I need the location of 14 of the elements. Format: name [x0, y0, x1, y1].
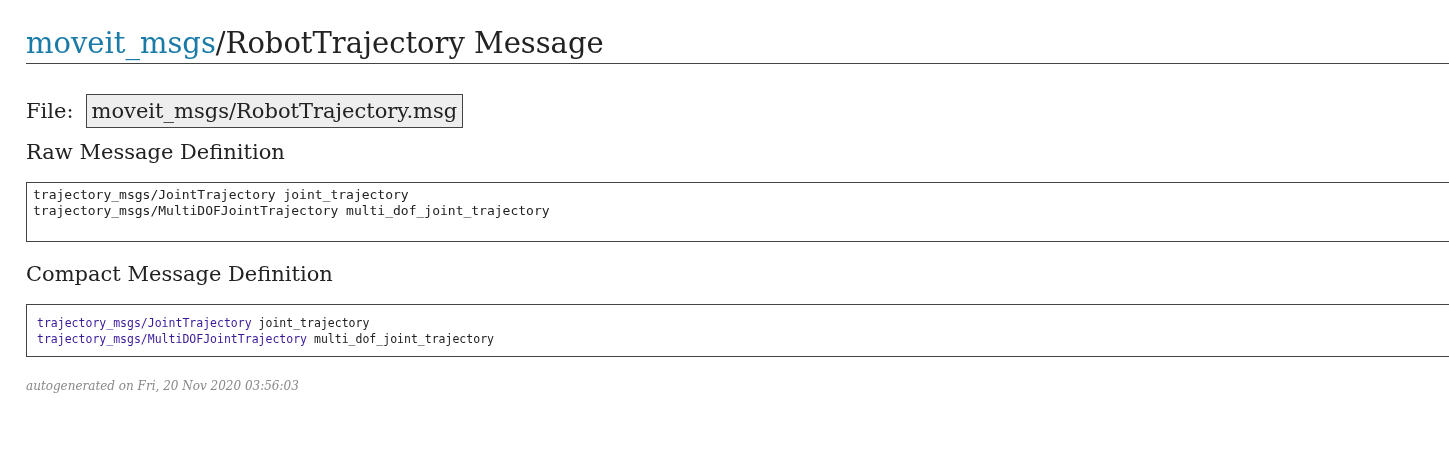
message-title: RobotTrajectory Message	[225, 26, 604, 60]
package-link[interactable]: moveit_msgs	[26, 26, 216, 60]
title-separator: /	[215, 26, 226, 60]
definition-line: trajectory_msgs/JointTrajectory joint_trajectory	[33, 186, 410, 203]
section-heading: Compact Message Definition	[26, 261, 334, 286]
definition-line: trajectory_msgs/MultiDOFJointTrajectory multi_dof_joint_trajectory	[33, 202, 551, 219]
footer-timestamp: autogenerated on Fri, 20 Nov 2020 03:56:03	[26, 378, 300, 393]
section-heading: Raw Message Definition	[26, 139, 286, 164]
file-label: File:	[26, 98, 74, 123]
field-name: joint_trajectory	[258, 315, 370, 330]
type-link[interactable]: trajectory_msgs/JointTrajectory	[37, 315, 252, 330]
field-name: multi_dof_joint_trajectory	[313, 331, 494, 346]
file-path: moveit_msgs/RobotTrajectory.msg	[85, 93, 464, 128]
type-link[interactable]: trajectory_msgs/MultiDOFJointTrajectory	[37, 331, 308, 346]
